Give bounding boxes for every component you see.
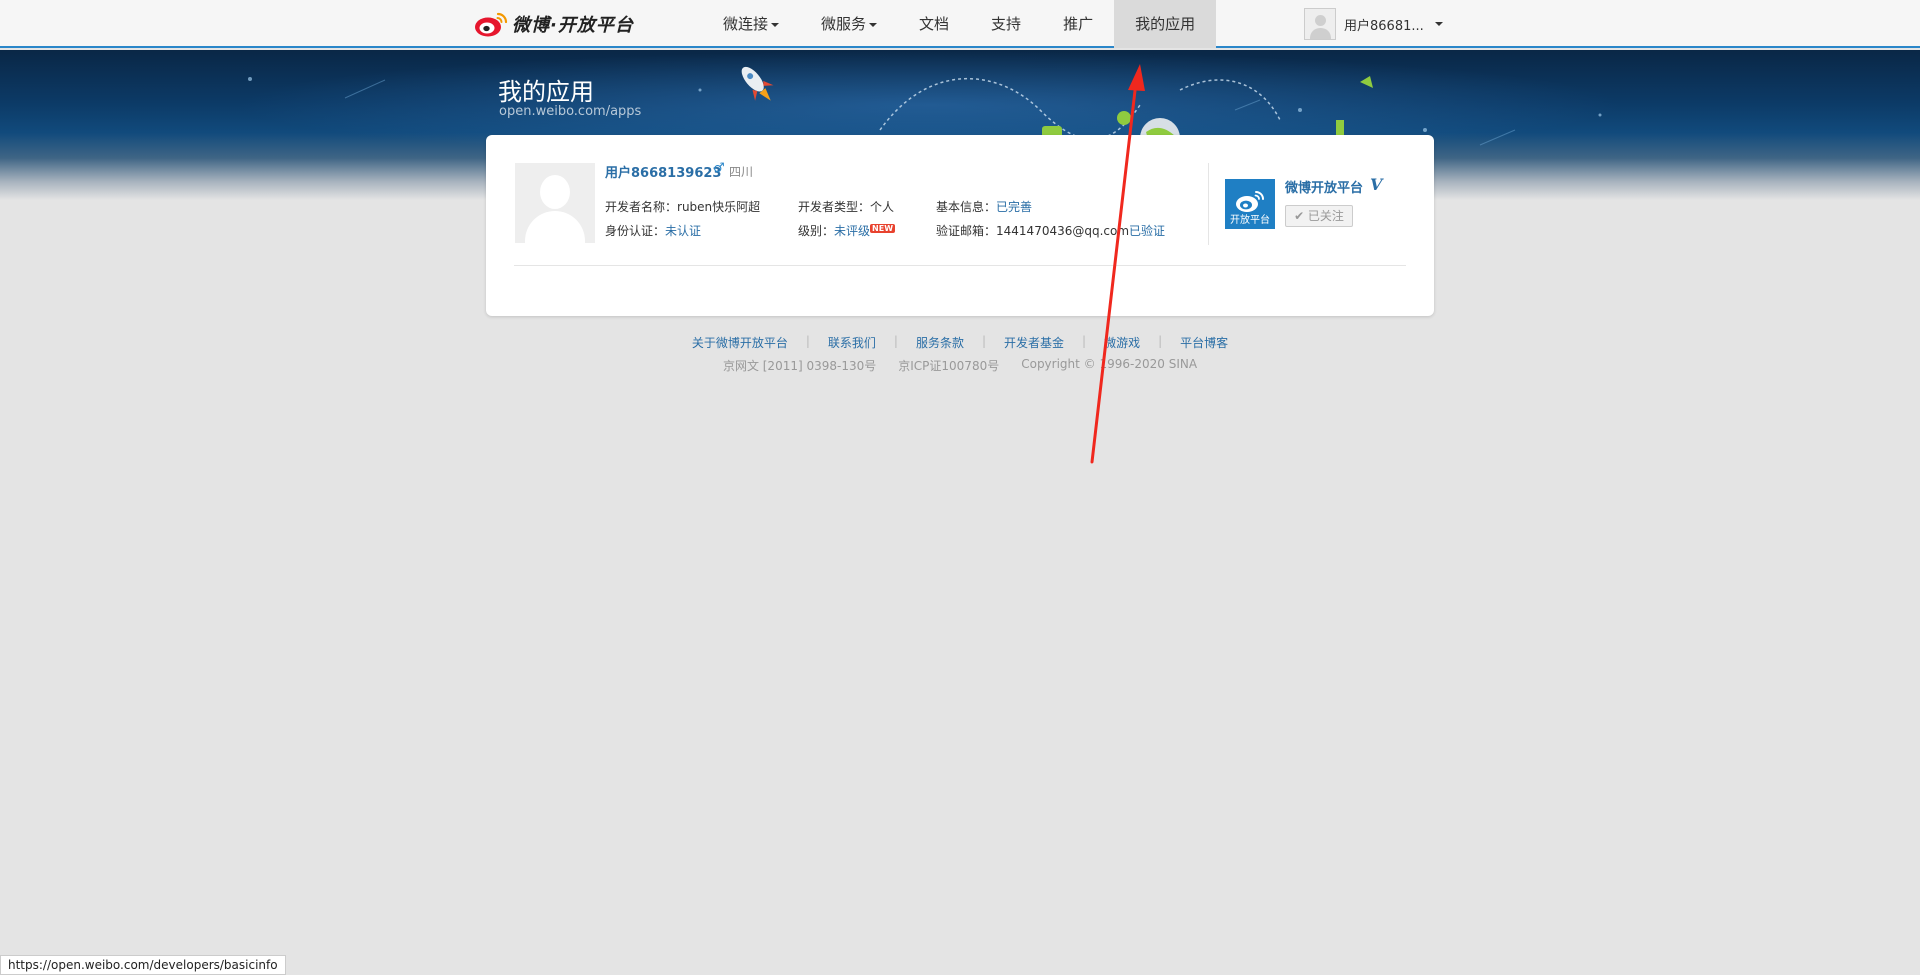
developer-type-value: 个人	[870, 200, 895, 214]
verified-v-icon: V	[1370, 175, 1383, 194]
identity-link[interactable]: 未认证	[665, 224, 701, 238]
footer-link-about[interactable]: 关于微博开放平台	[692, 334, 788, 351]
level-field: 级别：未评级 NEW	[798, 222, 896, 239]
nav-weifuwu[interactable]: 微服务	[800, 0, 898, 48]
footer-link-blog[interactable]: 平台博客	[1180, 334, 1228, 351]
footer-link-terms[interactable]: 服务条款	[916, 334, 964, 351]
weibo-logo-icon	[1236, 191, 1264, 212]
identity-field: 身份认证：未认证	[605, 222, 701, 239]
icp-license-text: 京ICP证100780号	[898, 359, 1000, 373]
nav-promotion[interactable]: 推广	[1042, 0, 1114, 48]
basic-info-label: 基本信息：	[936, 200, 997, 214]
email-value: 1441470436@qq.com	[996, 224, 1130, 238]
developer-name-label: 开发者名称：	[605, 200, 678, 214]
nav-label: 文档	[919, 15, 950, 33]
footer-link-contact[interactable]: 联系我们	[828, 334, 876, 351]
nav-weilianjie[interactable]: 微连接	[702, 0, 800, 48]
footer-separator: |	[893, 334, 898, 348]
top-nav-bar: 微博·开放平台 微连接 微服务 文档 支持 推广 我的应用 用户86681...	[0, 0, 1920, 48]
logo-text: 微博·开放平台	[512, 15, 634, 36]
main-nav: 微连接 微服务 文档 支持 推广 我的应用	[702, 0, 1217, 48]
avatar[interactable]	[1304, 8, 1336, 40]
divider	[514, 265, 1406, 266]
page-url: open.weibo.com/apps	[499, 104, 642, 119]
page-title: 我的应用	[498, 78, 594, 106]
chevron-down-icon[interactable]	[1434, 22, 1443, 26]
nav-docs[interactable]: 文档	[898, 0, 970, 48]
email-field: 验证邮箱：1441470436@qq.com已验证	[936, 222, 1165, 239]
level-label: 级别：	[798, 224, 835, 238]
footer-link-fund[interactable]: 开发者基金	[1004, 334, 1064, 351]
developer-profile-card: 用户8668139623 ♂ 四川 开发者名称：ruben快乐阿超 开发者类型：…	[486, 135, 1434, 316]
level-link[interactable]: 未评级	[834, 224, 870, 238]
basic-info-link[interactable]: 已完善	[996, 200, 1032, 214]
footer-separator: |	[805, 334, 810, 348]
divider	[1208, 163, 1209, 245]
browser-status-url: https://open.weibo.com/developers/basici…	[0, 955, 286, 975]
user-name[interactable]: 用户86681...	[1344, 15, 1424, 34]
developer-type-label: 开发者类型：	[798, 200, 871, 214]
footer-separator: |	[1158, 334, 1163, 348]
open-platform-logo[interactable]: 开放平台	[1225, 179, 1275, 229]
footer-separator: |	[981, 334, 987, 348]
footer-copyright: 京网文 [2011] 0398-130号 京ICP证100780号 Copyri…	[0, 357, 1920, 374]
developer-name-field: 开发者名称：ruben快乐阿超	[605, 198, 760, 215]
developer-name-value: ruben快乐阿超	[677, 200, 761, 214]
email-verified-link[interactable]: 已验证	[1129, 224, 1165, 238]
chevron-down-icon	[771, 22, 780, 27]
developer-type-field: 开发者类型：个人	[798, 198, 894, 215]
nav-label: 支持	[991, 15, 1022, 33]
user-menu[interactable]: 用户86681...	[1304, 8, 1443, 40]
new-badge: NEW	[870, 224, 896, 233]
avatar[interactable]	[515, 163, 595, 243]
chevron-down-icon	[869, 22, 878, 27]
followed-button[interactable]: ✔ 已关注	[1285, 205, 1353, 227]
nav-label: 推广	[1063, 15, 1094, 33]
copyright-text: Copyright © 1996-2020 SINA	[1021, 357, 1198, 371]
license-text: 京网文 [2011] 0398-130号	[722, 359, 877, 373]
profile-name[interactable]: 用户8668139623	[605, 162, 721, 181]
nav-my-apps[interactable]: 我的应用	[1114, 0, 1217, 48]
footer-separator: |	[1082, 334, 1087, 348]
profile-location: 四川	[729, 165, 754, 179]
nav-support[interactable]: 支持	[970, 0, 1042, 48]
nav-label: 微服务	[821, 15, 867, 33]
brand-name-link[interactable]: 微博开放平台	[1285, 177, 1363, 196]
nav-label: 微连接	[723, 15, 769, 33]
nav-label: 我的应用	[1135, 15, 1196, 33]
email-label: 验证邮箱：	[936, 224, 997, 238]
logo-text: 开放平台	[1230, 215, 1270, 226]
weibo-open-platform-logo[interactable]: 微博·开放平台	[474, 10, 634, 38]
footer-links: 关于微博开放平台 | 联系我们 | 服务条款 | 开发者基金 | 微游戏 | 平…	[0, 334, 1920, 351]
identity-label: 身份认证：	[605, 224, 666, 238]
weibo-logo-icon	[475, 12, 508, 37]
male-gender-icon: ♂	[713, 161, 725, 176]
footer-link-games[interactable]: 微游戏	[1104, 334, 1140, 351]
basic-info-field: 基本信息：已完善	[936, 198, 1032, 215]
